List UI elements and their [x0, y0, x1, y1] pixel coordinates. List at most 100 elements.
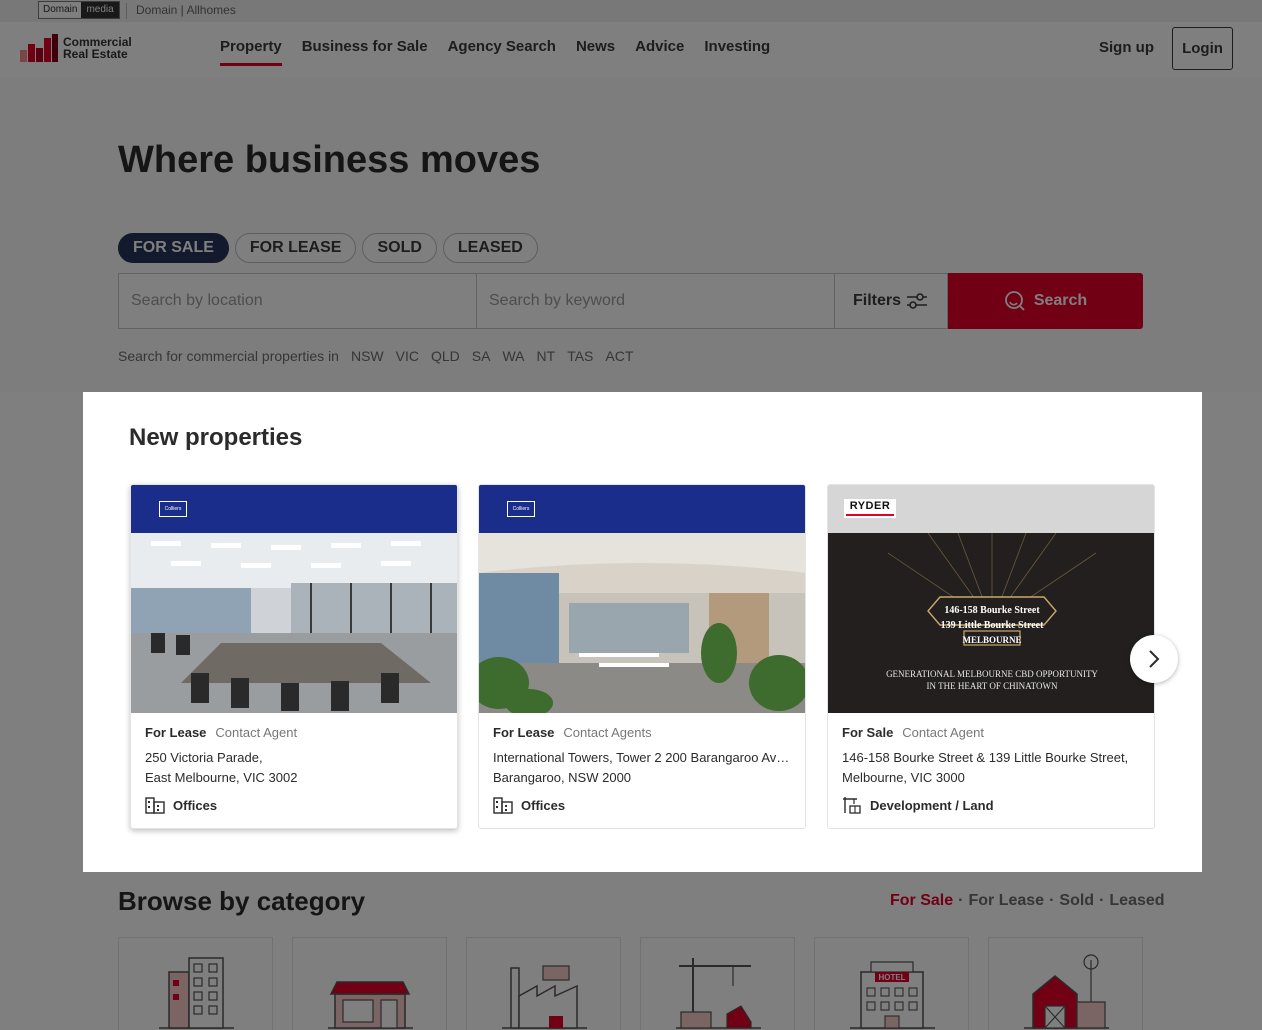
- agent-label: Contact Agent: [215, 725, 298, 740]
- property-photo: [131, 533, 457, 713]
- property-card-2[interactable]: Colliers For Lease Contact Agents Intern…: [478, 484, 806, 829]
- category-tiles: HOTEL: [118, 937, 1162, 1030]
- property-address: 146-158 Bourke Street & 139 Little Bourk…: [842, 748, 1140, 788]
- category-filter-leased[interactable]: Leased: [1109, 892, 1164, 910]
- listing-type: For Lease: [493, 725, 555, 740]
- property-card-3[interactable]: RYDER 146-158 Bourke Street 139 Little B…: [827, 484, 1155, 829]
- category-tile-rural[interactable]: [988, 937, 1143, 1030]
- hero-section: Where business moves FOR SALE FOR LEASE …: [0, 78, 1262, 392]
- state-vic[interactable]: VIC: [396, 348, 419, 364]
- login-button[interactable]: Login: [1172, 27, 1233, 70]
- card-agency-header: Colliers: [131, 485, 457, 533]
- nav-business-for-sale[interactable]: Business for Sale: [302, 22, 428, 78]
- state-act[interactable]: ACT: [605, 348, 633, 364]
- tab-leased[interactable]: LEASED: [442, 233, 538, 263]
- property-type: Offices: [521, 797, 566, 813]
- state-nt[interactable]: NT: [537, 348, 556, 364]
- chevron-right-icon: [1149, 650, 1160, 668]
- artwork-line5: In The Heart Of Chinatown: [926, 681, 1058, 691]
- property-photo: 146-158 Bourke Street 139 Little Bourke …: [828, 533, 1154, 713]
- location-input[interactable]: Search by location: [118, 273, 477, 329]
- category-filter-for-lease[interactable]: For Lease: [968, 892, 1044, 910]
- listing-type: For Sale: [842, 725, 894, 740]
- agency-name: RYDER: [849, 500, 891, 512]
- nav-links: Property Business for Sale Agency Search…: [220, 22, 790, 78]
- signup-link[interactable]: Sign up: [1099, 39, 1154, 56]
- hotel-sign: HOTEL: [878, 973, 905, 982]
- property-card-1[interactable]: Colliers For Lease Contact Agent 250 Vic…: [130, 484, 458, 829]
- states-prefix: Search for commercial properties in: [118, 348, 339, 364]
- agency-logo: Colliers: [507, 501, 535, 517]
- listing-type-tabs: FOR SALE FOR LEASE SOLD LEASED: [118, 233, 544, 263]
- address-line1: International Towers, Tower 2 200 Barang…: [493, 750, 791, 765]
- office-tower-icon: [159, 957, 234, 1029]
- keyword-input[interactable]: Search by keyword: [477, 273, 835, 329]
- sliders-icon: [907, 293, 927, 309]
- state-qld[interactable]: QLD: [431, 348, 460, 364]
- category-filter-for-sale[interactable]: For Sale: [890, 892, 953, 910]
- hero-title: Where business moves: [118, 139, 541, 181]
- agency-logo: Colliers: [159, 501, 187, 517]
- property-type: Development / Land: [870, 797, 994, 813]
- tab-for-lease[interactable]: FOR LEASE: [234, 233, 357, 263]
- nav-property[interactable]: Property: [220, 22, 282, 66]
- state-wa[interactable]: WA: [502, 348, 524, 364]
- network-strip: Domain media Domain | Allhomes: [0, 0, 1262, 22]
- domain-media-badge[interactable]: Domain media: [38, 1, 120, 19]
- carousel-next-button[interactable]: [1130, 635, 1178, 683]
- logo-line2: Real Estate: [63, 47, 128, 61]
- network-links[interactable]: Domain | Allhomes: [136, 3, 236, 17]
- filter-separator: ·: [958, 892, 964, 909]
- browse-category-section: Browse by category For Sale · For Lease …: [0, 872, 1262, 1030]
- retail-shop-icon: [328, 981, 413, 1029]
- filter-separator: ·: [1049, 892, 1055, 909]
- hotel-icon: HOTEL: [850, 961, 935, 1029]
- card-agency-header: Colliers: [479, 485, 805, 533]
- artwork-line1: 146-158 Bourke Street: [944, 605, 1040, 616]
- farm-barn-icon: [1024, 954, 1109, 1029]
- filters-label: Filters: [852, 292, 901, 309]
- tab-sold[interactable]: SOLD: [362, 233, 437, 263]
- logo-text: Commercial Real Estate: [63, 36, 132, 60]
- building-icon: [145, 797, 165, 814]
- nav-advice[interactable]: Advice: [635, 22, 684, 78]
- state-links: Search for commercial properties in NSW …: [118, 348, 633, 364]
- category-tile-development[interactable]: [640, 937, 795, 1030]
- category-tile-offices[interactable]: [118, 937, 273, 1030]
- property-photo: [479, 533, 805, 713]
- filters-button[interactable]: Filters: [835, 273, 948, 329]
- card-agency-header: RYDER: [828, 485, 1154, 533]
- address-line2: Barangaroo, NSW 2000: [493, 770, 632, 785]
- state-nsw[interactable]: NSW: [351, 348, 384, 364]
- listing-type: For Lease: [145, 725, 207, 740]
- site-logo[interactable]: Commercial Real Estate: [20, 34, 132, 62]
- domain-badge-left: Domain: [39, 2, 82, 18]
- address-line1: 250 Victoria Parade,: [145, 750, 263, 765]
- nav-news[interactable]: News: [576, 22, 615, 78]
- main-navbar: Commercial Real Estate Property Business…: [0, 22, 1262, 78]
- agent-label: Contact Agent: [902, 725, 984, 740]
- new-properties-modal: New properties Colliers For Lease Contac…: [83, 392, 1202, 872]
- state-tas[interactable]: TAS: [567, 348, 593, 364]
- artwork-line2: 139 Little Bourke Street: [940, 620, 1044, 631]
- nav-agency-search[interactable]: Agency Search: [448, 22, 556, 78]
- building-icon: [493, 797, 513, 814]
- crane-icon: [843, 797, 861, 814]
- strip-divider: [126, 3, 127, 19]
- property-type: Offices: [173, 797, 218, 813]
- filter-separator: ·: [1099, 892, 1105, 909]
- search-bar: Search by location Search by keyword Fil…: [118, 273, 1143, 329]
- state-sa[interactable]: SA: [472, 348, 491, 364]
- property-address: International Towers, Tower 2 200 Barang…: [493, 748, 791, 788]
- modal-title: New properties: [129, 424, 303, 451]
- property-address: 250 Victoria Parade, East Melbourne, VIC…: [145, 748, 443, 788]
- address-line1: 146-158 Bourke Street & 139 Little Bourk…: [842, 750, 1129, 765]
- tab-for-sale[interactable]: FOR SALE: [118, 233, 229, 263]
- development-crane-icon: [676, 958, 761, 1029]
- category-tile-retail[interactable]: [292, 937, 447, 1030]
- category-tile-industrial[interactable]: [466, 937, 621, 1030]
- category-filter-sold[interactable]: Sold: [1059, 892, 1094, 910]
- nav-investing[interactable]: Investing: [704, 22, 770, 78]
- category-tile-hotel[interactable]: HOTEL: [814, 937, 969, 1030]
- search-button[interactable]: Search: [948, 273, 1143, 329]
